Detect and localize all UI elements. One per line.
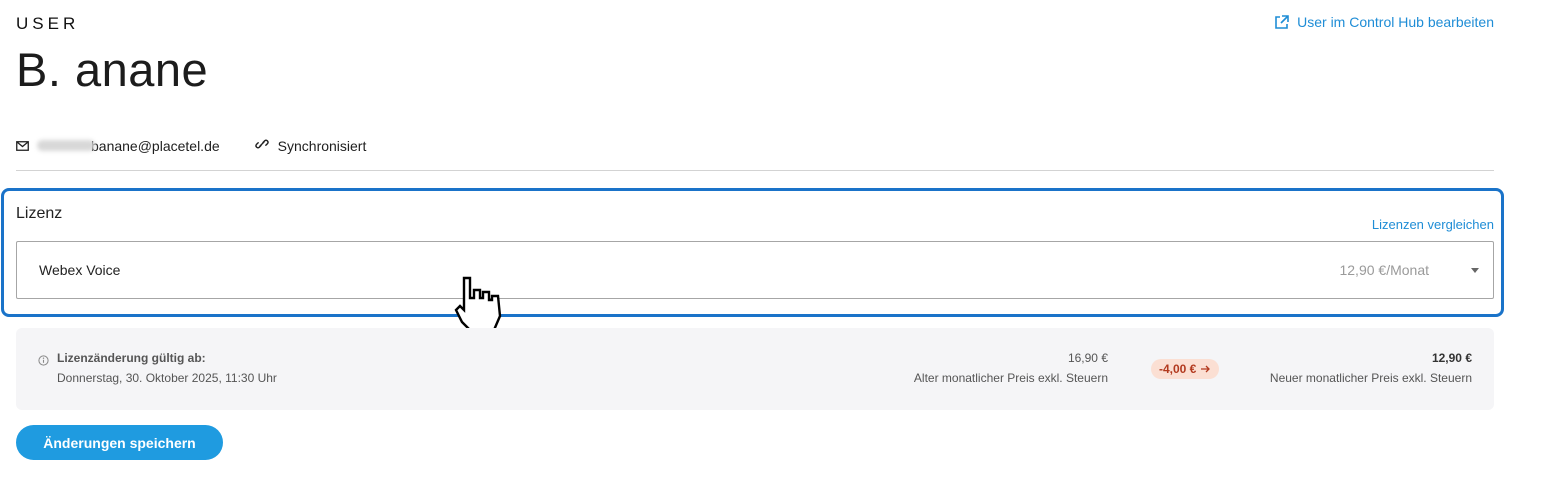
price-difference-value: -4,00 €	[1159, 362, 1197, 376]
change-effective-date: Donnerstag, 30. Oktober 2025, 11:30 Uhr	[57, 371, 277, 385]
section-label: USER	[16, 14, 80, 33]
email-text: banane@placetel.de	[91, 137, 220, 154]
license-change-panel	[16, 328, 1494, 410]
external-link-icon	[1274, 14, 1289, 30]
info-icon	[38, 353, 49, 371]
old-price-caption: Alter monatlicher Preis exkl. Steuern	[913, 371, 1108, 385]
save-changes-button[interactable]: Änderungen speichern	[16, 425, 223, 460]
page-title: B. anane	[16, 43, 209, 96]
license-select-value: Webex Voice	[39, 262, 121, 278]
divider	[16, 170, 1494, 171]
sync-item: Synchronisiert	[254, 136, 367, 155]
license-select[interactable]: Webex Voice 12,90 €/Monat	[16, 241, 1494, 299]
new-price-value: 12,90 €	[1431, 351, 1472, 365]
new-price-caption: Neuer monatlicher Preis exkl. Steuern	[1269, 371, 1472, 385]
change-effective-heading: Lizenzänderung gültig ab:	[57, 351, 206, 365]
link-icon	[254, 136, 270, 155]
license-heading: Lizenz	[16, 205, 63, 222]
license-select-price: 12,90 €/Monat	[1339, 262, 1429, 278]
user-meta-row: banane@placetel.de Synchronisiert	[16, 136, 366, 155]
old-price-value: 16,90 €	[1067, 351, 1108, 365]
sync-label: Synchronisiert	[277, 137, 367, 154]
chevron-down-icon	[1471, 267, 1479, 273]
email-item: banane@placetel.de	[16, 138, 220, 154]
edit-in-control-hub-link[interactable]: User im Control Hub bearbeiten	[1274, 14, 1494, 30]
edit-link-label: User im Control Hub bearbeiten	[1297, 14, 1494, 30]
mail-icon	[16, 138, 29, 154]
compare-licenses-link[interactable]: Lizenzen vergleichen	[1372, 217, 1494, 232]
redacted-email-prefix	[37, 139, 95, 151]
arrow-right-icon	[1201, 362, 1211, 376]
price-difference-badge: -4,00 €	[1151, 359, 1220, 379]
